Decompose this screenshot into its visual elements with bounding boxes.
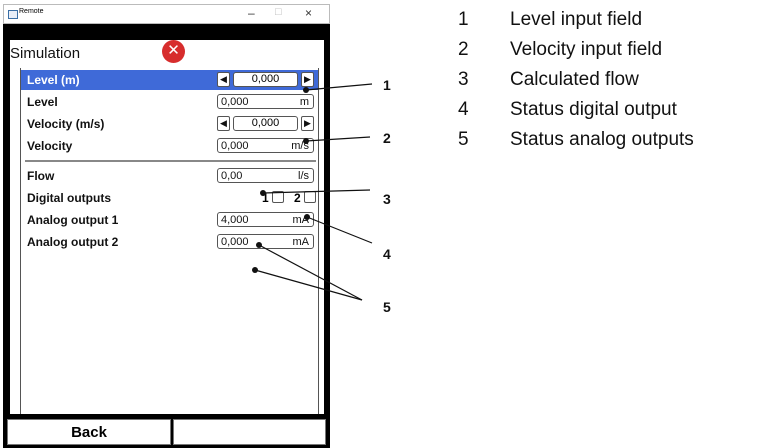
legend-number: 4	[458, 99, 469, 120]
callout-number-1: 1	[383, 77, 391, 93]
callout-dot-5b	[252, 267, 258, 273]
callout-line-2	[305, 136, 371, 142]
legend-number: 3	[458, 69, 469, 90]
legend-number: 5	[458, 129, 469, 150]
callout-number-3: 3	[383, 191, 391, 207]
callout-dot-5a	[256, 242, 262, 248]
legend-text: Status analog outputs	[510, 129, 694, 150]
callout-line-1	[305, 83, 373, 91]
callout-number-5: 5	[383, 299, 391, 315]
legend-number: 1	[458, 9, 469, 30]
callout-line-4	[306, 216, 373, 244]
legend-text: Level input field	[510, 9, 643, 30]
callout-line-3	[262, 189, 371, 194]
callout-lines	[252, 83, 373, 301]
legend-number: 2	[458, 39, 469, 60]
callout-dot-2	[303, 138, 309, 144]
callout-line-5a	[258, 244, 363, 301]
legend-text: Calculated flow	[510, 69, 639, 90]
legend-text: Velocity input field	[510, 39, 663, 60]
legend-text: Status digital output	[510, 99, 677, 120]
callout-dot-1	[303, 87, 309, 93]
callout-number-4: 4	[383, 246, 391, 262]
callout-dot-3	[260, 190, 266, 196]
callout-line-5b	[254, 269, 363, 301]
callout-dot-4	[304, 214, 310, 220]
callout-number-2: 2	[383, 130, 391, 146]
